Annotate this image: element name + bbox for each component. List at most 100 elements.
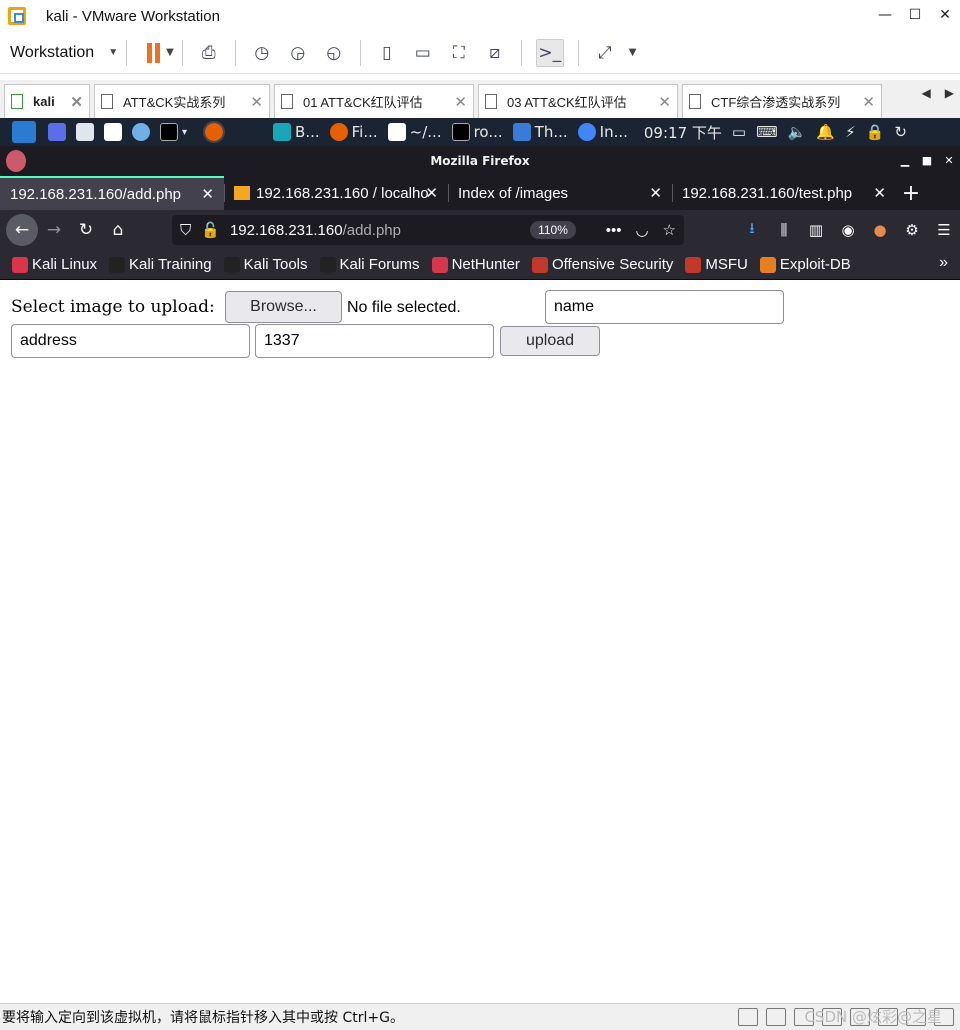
back-icon[interactable]: ←: [6, 214, 38, 246]
sidebar-icon[interactable]: ▥: [800, 221, 832, 239]
file-manager-icon[interactable]: [76, 123, 94, 141]
chevron-right-icon[interactable]: ▶: [945, 86, 954, 100]
revert-snapshot-icon[interactable]: ◶: [286, 41, 310, 65]
send-ctrl-alt-del-icon[interactable]: ⎙: [197, 41, 221, 65]
minimize-icon[interactable]: —: [870, 0, 900, 32]
workspace-icon[interactable]: [48, 123, 66, 141]
downloads-icon[interactable]: ⭳: [736, 218, 768, 243]
home-icon[interactable]: ⌂: [102, 214, 134, 246]
vm-tab[interactable]: CTF综合渗透实战系列 ✕: [682, 84, 882, 118]
kali-top-panel: ▾ B... Fi... ~/... ro... Th... In... 09:…: [0, 118, 960, 146]
notification-bell-icon[interactable]: 🔔: [816, 123, 835, 141]
close-icon[interactable]: ✕: [649, 184, 662, 202]
bookmark-star-icon[interactable]: ☆: [663, 221, 676, 239]
close-icon[interactable]: ✕: [70, 93, 83, 111]
maximize-icon[interactable]: ☐: [900, 0, 930, 32]
forward-icon[interactable]: →: [38, 214, 70, 246]
unity-icon[interactable]: ⧄: [483, 41, 507, 65]
close-icon[interactable]: ✕: [454, 93, 467, 111]
number-field[interactable]: 1337: [255, 324, 494, 358]
task-files[interactable]: ~/...: [387, 123, 442, 141]
page-actions-icon[interactable]: •••: [606, 222, 622, 239]
address-field[interactable]: address: [11, 324, 250, 358]
keyboard-icon[interactable]: ⌨: [756, 123, 778, 141]
close-icon[interactable]: ✕: [250, 93, 263, 111]
task-terminal[interactable]: ro...: [451, 123, 503, 141]
pause-icon[interactable]: [147, 42, 161, 63]
bookmark-kali-tools[interactable]: Kali Tools: [223, 256, 308, 273]
power-icon[interactable]: ⚡: [845, 123, 856, 141]
vm-tab[interactable]: ATT&CK实战系列 ✕: [94, 84, 270, 118]
tracking-shield-icon[interactable]: ⛉: [180, 222, 191, 239]
firefox-task-icon[interactable]: [203, 121, 226, 143]
close-icon[interactable]: ✕: [862, 93, 875, 111]
clock[interactable]: 09:17 下午: [644, 122, 722, 143]
extension-icon[interactable]: ⚙: [896, 221, 928, 239]
vm-tab[interactable]: 03 ATT&CK红队评估 ✕: [478, 84, 678, 118]
close-icon[interactable]: ✕: [658, 93, 671, 111]
vm-tab-kali[interactable]: kali ✕: [4, 84, 90, 118]
bookmark-nethunter[interactable]: NetHunter: [431, 256, 520, 273]
menu-icon[interactable]: ☰: [928, 221, 960, 239]
reload-icon[interactable]: ↻: [70, 214, 102, 246]
close-icon[interactable]: ✕: [930, 0, 960, 32]
bookmark-kali-training[interactable]: Kali Training: [109, 256, 212, 273]
stretch-icon[interactable]: ⤢: [593, 41, 617, 65]
pocket-icon[interactable]: ◡: [635, 221, 648, 239]
kali-menu-icon[interactable]: [12, 121, 36, 143]
close-icon[interactable]: ✕: [873, 184, 886, 202]
window-title: kali - VMware Workstation: [46, 7, 220, 25]
chevron-left-icon[interactable]: ◀: [922, 86, 931, 100]
task-thunar[interactable]: Th...: [512, 123, 568, 141]
close-icon[interactable]: ✕: [938, 146, 960, 176]
hard-disk-icon[interactable]: [738, 1008, 758, 1026]
upload-button[interactable]: upload: [500, 326, 600, 356]
thumbnail-view-icon[interactable]: ▭: [411, 41, 435, 65]
zoom-level[interactable]: 110%: [530, 221, 576, 239]
close-icon[interactable]: ✕: [425, 184, 438, 202]
terminal-icon[interactable]: ▾: [160, 123, 187, 141]
insecure-lock-icon[interactable]: 🔓: [201, 221, 220, 239]
tab-index-images[interactable]: Index of /images ✕: [448, 176, 672, 210]
text-editor-icon[interactable]: [104, 123, 122, 141]
chevron-down-icon[interactable]: ▼: [166, 47, 174, 58]
snapshot-manager-icon[interactable]: ◵: [322, 41, 346, 65]
bookmark-kali-forums[interactable]: Kali Forums: [319, 256, 420, 273]
chevron-more-icon[interactable]: »: [939, 254, 948, 272]
task-chrome[interactable]: In...: [577, 123, 628, 141]
name-field[interactable]: name: [545, 290, 784, 324]
close-icon[interactable]: ✕: [201, 185, 214, 203]
task-burp[interactable]: B...: [273, 123, 320, 141]
workstation-menu[interactable]: Workstation ▼: [10, 44, 118, 62]
volume-icon[interactable]: 🔈: [788, 123, 807, 141]
vm-tab[interactable]: 01 ATT&CK红队评估 ✕: [274, 84, 474, 118]
snapshot-icon[interactable]: ◷: [250, 41, 274, 65]
tab-phpmyadmin[interactable]: 192.168.231.160 / localho ✕: [224, 176, 448, 210]
bookmark-exploit-db[interactable]: Exploit-DB: [759, 256, 851, 273]
url-bar[interactable]: ⛉ 🔓 192.168.231.160/add.php 110% ••• ◡ ☆: [172, 215, 684, 245]
tab-scroll-arrows: ◀ ▶: [922, 86, 954, 100]
account-icon[interactable]: ◉: [832, 221, 864, 239]
bookmark-msfu[interactable]: MSFU: [685, 256, 748, 273]
tab-add-php[interactable]: 192.168.231.160/add.php ✕: [0, 176, 224, 210]
minimize-icon[interactable]: ▁: [894, 146, 916, 176]
lock-icon[interactable]: 🔒: [866, 123, 885, 141]
maximize-icon[interactable]: ■: [916, 146, 938, 176]
bookmark-offensive-security[interactable]: Offensive Security: [531, 256, 673, 273]
bookmark-kali-linux[interactable]: Kali Linux: [12, 256, 97, 273]
tab-test-php[interactable]: 192.168.231.160/test.php ✕: [672, 176, 896, 210]
browser-globe-icon[interactable]: [132, 123, 150, 141]
cookie-editor-icon[interactable]: ●: [864, 221, 896, 239]
task-firefox[interactable]: Fi...: [329, 123, 378, 141]
display-icon[interactable]: ▭: [732, 123, 746, 141]
library-icon[interactable]: ⫼: [768, 221, 800, 239]
browse-button[interactable]: Browse...: [225, 291, 342, 323]
fullscreen-icon[interactable]: ⛶: [447, 41, 471, 65]
watermark: CSDN @炫彩@之星: [804, 1008, 942, 1026]
console-view-icon[interactable]: >_: [535, 38, 564, 67]
new-tab-icon[interactable]: +: [896, 176, 926, 210]
library-view-icon[interactable]: ▯: [375, 41, 399, 65]
hard-disk-icon[interactable]: [766, 1008, 786, 1026]
refresh-icon[interactable]: ↻: [894, 123, 907, 141]
chevron-down-icon[interactable]: ▼: [629, 47, 637, 58]
